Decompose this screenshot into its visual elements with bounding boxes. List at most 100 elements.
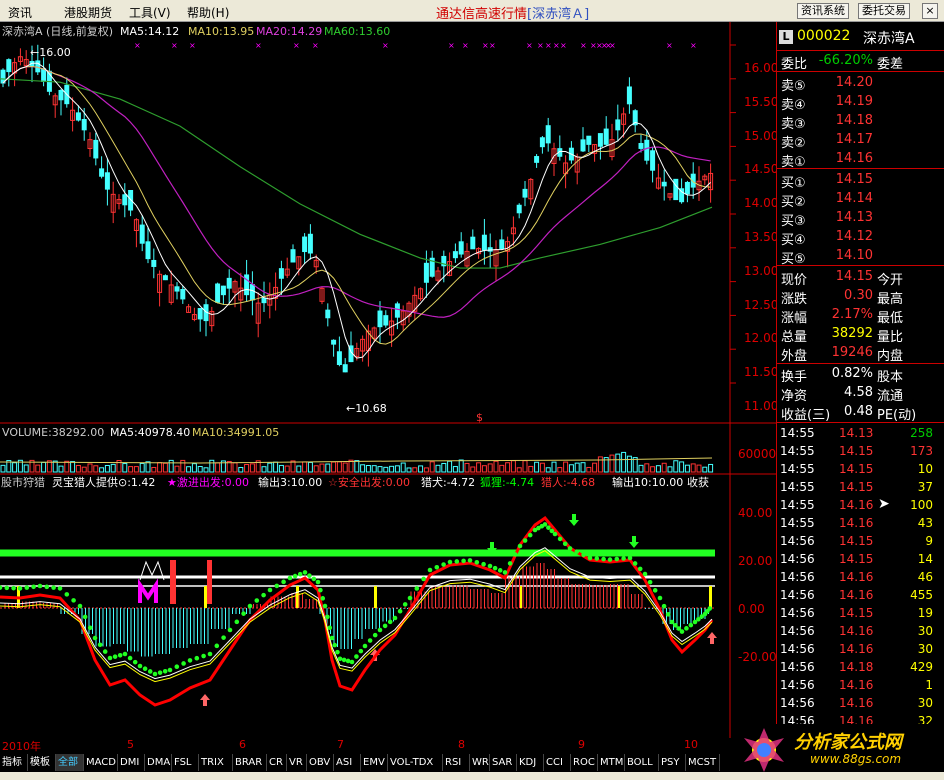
volume-bar bbox=[412, 467, 418, 473]
app-title: 通达信高速行情[深赤湾Ａ] bbox=[436, 3, 589, 22]
low-price-label: ←10.68 bbox=[346, 402, 387, 415]
tab-cci[interactable]: CCI bbox=[544, 754, 571, 771]
volume-bar bbox=[481, 465, 487, 473]
tab-dmi[interactable]: DMI bbox=[118, 754, 145, 771]
volume-bar bbox=[302, 461, 308, 473]
info-system-button[interactable]: 资讯系统 bbox=[797, 3, 849, 19]
volume-bar bbox=[209, 459, 215, 473]
volume-bar bbox=[0, 464, 6, 473]
green-dot bbox=[354, 654, 359, 659]
tab-macd[interactable]: MACD bbox=[84, 754, 118, 771]
green-dot bbox=[414, 586, 420, 591]
stat-value: 14.15 bbox=[835, 269, 873, 284]
tab-obv[interactable]: OBV bbox=[307, 754, 334, 771]
volume-ytick: 60000 bbox=[738, 447, 777, 461]
volume-bar bbox=[168, 459, 174, 473]
signal-marker: × bbox=[189, 41, 196, 50]
tick-price: 14.13 bbox=[839, 426, 874, 440]
signal-marker: × bbox=[382, 41, 389, 50]
kline-caption: 深赤湾A (日线,前复权) bbox=[2, 25, 114, 38]
tab-asi[interactable]: ASI bbox=[334, 754, 361, 771]
tab-psy[interactable]: PSY bbox=[659, 754, 686, 771]
chart-area[interactable]: × × × × × × × × × × × × × × × × × × ×××× × × bbox=[0, 22, 776, 738]
stat2-value: 0.48 bbox=[844, 404, 873, 419]
price-axis-label: 11.00 bbox=[744, 399, 779, 413]
stat2-label-2: PE(动) bbox=[877, 408, 917, 423]
tab-rsi[interactable]: RSI bbox=[443, 754, 470, 771]
tab-vr[interactable]: VR bbox=[287, 754, 307, 771]
indicator-tab-bar: 指标 模板 全部 MACD DMI DMA FSL TRIX BRAR CR VR OBV ASI EMV… bbox=[0, 754, 730, 772]
volume-bar bbox=[493, 460, 499, 473]
trade-button[interactable]: 委托交易 bbox=[858, 3, 910, 19]
tab-cr[interactable]: CR bbox=[267, 754, 287, 771]
candle-body bbox=[174, 286, 180, 292]
green-dot bbox=[632, 561, 638, 566]
green-dot bbox=[281, 579, 286, 585]
tab-fsl[interactable]: FSL bbox=[172, 754, 199, 771]
tick-row: 14:56 14.15 14 bbox=[777, 552, 944, 570]
signal-marker: × bbox=[545, 41, 552, 50]
tab-mtm[interactable]: MTM bbox=[598, 754, 625, 771]
bid-price: 14.12 bbox=[835, 229, 873, 244]
tab-brar[interactable]: BRAR bbox=[233, 754, 267, 771]
signal-marker: × bbox=[553, 41, 560, 50]
volume-bar bbox=[133, 466, 139, 473]
green-dot bbox=[661, 603, 667, 609]
tab-emv[interactable]: EMV bbox=[361, 754, 388, 771]
tab-roc[interactable]: ROC bbox=[571, 754, 598, 771]
tab-全部[interactable]: 全部 bbox=[56, 754, 84, 771]
menu-hk-futures[interactable]: 港股期货 bbox=[64, 4, 112, 21]
green-dot bbox=[24, 585, 30, 590]
indicator-c1: 灵宝猎人提供⊙:1.42 bbox=[52, 476, 156, 489]
tab-模板[interactable]: 模板 bbox=[28, 754, 56, 771]
green-dot bbox=[127, 655, 133, 661]
menu-news[interactable]: 资讯 bbox=[8, 4, 32, 21]
tab-wr[interactable]: WR bbox=[470, 754, 490, 771]
volume-bar bbox=[336, 461, 342, 473]
green-dot bbox=[522, 538, 528, 543]
green-dot bbox=[349, 659, 355, 665]
tick-volume: 173 bbox=[910, 444, 933, 458]
tab-mcst[interactable]: MCST bbox=[686, 754, 720, 771]
green-dot bbox=[397, 608, 403, 614]
green-dot bbox=[320, 596, 326, 601]
candle-body bbox=[307, 233, 313, 254]
volume-bar bbox=[81, 466, 87, 473]
volume-bar bbox=[458, 459, 464, 473]
date-label: 6 bbox=[239, 738, 246, 751]
candle-body bbox=[151, 259, 157, 267]
tab-sar[interactable]: SAR bbox=[490, 754, 517, 771]
tick-time: 14:56 bbox=[780, 660, 815, 674]
tick-price: 14.15 bbox=[839, 444, 874, 458]
tick-time: 14:56 bbox=[780, 606, 815, 620]
green-dot bbox=[562, 541, 568, 547]
candle-body bbox=[104, 172, 110, 190]
volume-bar bbox=[354, 460, 360, 473]
tick-time: 14:55 bbox=[780, 426, 815, 440]
tab-boll[interactable]: BOLL bbox=[625, 754, 659, 771]
green-dot-line bbox=[0, 522, 713, 677]
tab-dma[interactable]: DMA bbox=[145, 754, 172, 771]
volume-bar bbox=[174, 465, 180, 473]
volume-bar bbox=[23, 464, 29, 473]
menu-tools[interactable]: 工具(V) bbox=[129, 4, 171, 21]
tick-price: 14.16 bbox=[839, 588, 874, 602]
volume-bar bbox=[197, 466, 203, 473]
volume-bar bbox=[708, 463, 714, 473]
tab-kdj[interactable]: KDJ bbox=[517, 754, 544, 771]
close-icon[interactable]: × bbox=[922, 3, 938, 19]
tab-指标[interactable]: 指标 bbox=[0, 754, 28, 771]
tick-time: 14:56 bbox=[780, 570, 815, 584]
tick-row: 14:55 14.15 37 bbox=[777, 480, 944, 498]
signal-marker: × bbox=[560, 41, 567, 50]
stock-code: 000022 bbox=[797, 28, 851, 44]
tick-volume: 429 bbox=[910, 660, 933, 674]
indicator-c2: ★激进出发:0.00 bbox=[167, 476, 250, 489]
tab-vol-tdx[interactable]: VOL-TDX bbox=[388, 754, 443, 771]
price-gridlines: × × × × × × × × × × × × × × × × × × ×××× × × bbox=[134, 41, 736, 384]
green-dot bbox=[254, 598, 260, 603]
menu-help[interactable]: 帮助(H) bbox=[187, 4, 229, 21]
tab-trix[interactable]: TRIX bbox=[199, 754, 233, 771]
signal-marker: × bbox=[462, 41, 469, 50]
candle-body bbox=[603, 128, 609, 145]
